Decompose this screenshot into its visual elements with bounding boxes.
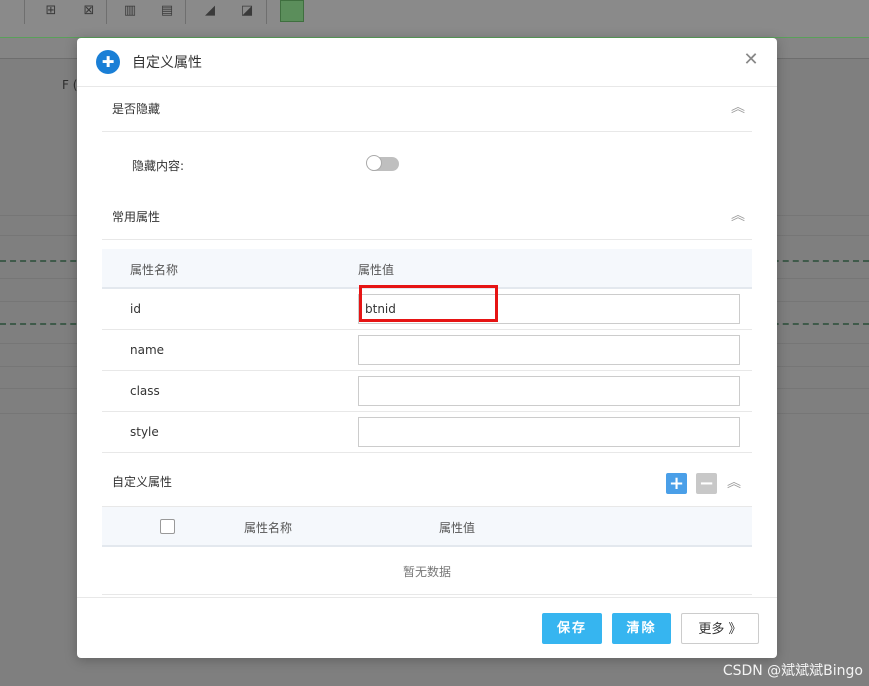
table-row: style bbox=[102, 412, 752, 453]
attribute-value-name-input[interactable] bbox=[358, 335, 740, 365]
toolbar-separator bbox=[185, 0, 186, 24]
table-bottom-border bbox=[102, 594, 752, 595]
toggle-knob bbox=[366, 155, 382, 171]
hide-content-toggle[interactable] bbox=[366, 155, 399, 171]
table-rows-icon[interactable]: ▤ bbox=[158, 3, 176, 19]
section-title-common: 常用属性 bbox=[112, 210, 161, 224]
background-toolbar: ⊞ ⊠ ▥ ▤ ◢ ◪ bbox=[0, 0, 869, 38]
custom-attributes-dialog: ✚ 自定义属性 ✕ 是否隐藏 ︽ 隐藏内容: 常用属性 ︽ 属性名称 属性值 i… bbox=[77, 38, 777, 658]
attribute-name-class: class bbox=[130, 384, 160, 398]
section-header-custom: 自定义属性 + − ︽ bbox=[102, 460, 752, 504]
section-title-hidden: 是否隐藏 bbox=[112, 102, 161, 116]
toolbar-separator bbox=[106, 0, 107, 24]
attribute-value-class-input[interactable] bbox=[358, 376, 740, 406]
table-header: 属性名称 属性值 bbox=[102, 249, 752, 289]
format-painter-icon[interactable]: ◪ bbox=[238, 3, 256, 19]
split-cell-icon[interactable]: ⊞ bbox=[42, 3, 60, 19]
close-icon[interactable]: ✕ bbox=[741, 49, 761, 71]
section-header-common[interactable]: 常用属性 ︽ bbox=[102, 195, 752, 240]
dialog-header: ✚ 自定义属性 ✕ bbox=[77, 38, 777, 87]
table-row: name bbox=[102, 330, 752, 371]
attribute-name-style: style bbox=[130, 425, 159, 439]
column-header-value: 属性值 bbox=[439, 521, 476, 535]
more-button[interactable]: 更多 》 bbox=[681, 613, 759, 644]
chevron-up-icon[interactable]: ︽ bbox=[730, 99, 746, 117]
select-all-checkbox[interactable] bbox=[160, 519, 175, 534]
dialog-footer: 保存 清除 更多 》 bbox=[77, 597, 777, 659]
column-header-name: 属性名称 bbox=[244, 521, 293, 535]
merge-cell-icon[interactable]: ⊠ bbox=[80, 3, 98, 19]
custom-attributes-table: 属性名称 属性值 暂无数据 bbox=[102, 506, 752, 596]
app-logo-icon: ✚ bbox=[96, 50, 120, 74]
sheet-icon[interactable] bbox=[280, 0, 304, 22]
save-button[interactable]: 保存 bbox=[542, 613, 602, 644]
toolbar-separator bbox=[266, 0, 267, 24]
eraser-icon[interactable]: ◢ bbox=[201, 3, 219, 19]
section-header-hidden[interactable]: 是否隐藏 ︽ bbox=[102, 87, 752, 132]
section-title-custom: 自定义属性 bbox=[112, 475, 173, 489]
annotation-highlight-box bbox=[359, 285, 498, 322]
attribute-name-name: name bbox=[130, 343, 165, 357]
clear-button[interactable]: 清除 bbox=[612, 613, 671, 644]
remove-attribute-button[interactable]: − bbox=[696, 473, 717, 494]
table-header: 属性名称 属性值 bbox=[102, 506, 752, 547]
table-columns-icon[interactable]: ▥ bbox=[121, 3, 139, 19]
dialog-body: 是否隐藏 ︽ 隐藏内容: 常用属性 ︽ 属性名称 属性值 id name bbox=[77, 87, 777, 597]
toolbar-separator bbox=[24, 0, 25, 24]
watermark: CSDN @斌斌斌Bingo bbox=[722, 663, 863, 679]
common-attributes-table: 属性名称 属性值 id name class style bbox=[102, 249, 752, 453]
add-attribute-button[interactable]: + bbox=[666, 473, 687, 494]
attribute-name-id: id bbox=[130, 302, 141, 316]
column-header-value: 属性值 bbox=[358, 263, 395, 277]
hide-content-label: 隐藏内容: bbox=[132, 159, 185, 173]
table-row: id bbox=[102, 285, 752, 330]
empty-state-text: 暂无数据 bbox=[402, 565, 451, 579]
column-header-label: F ( bbox=[62, 78, 78, 92]
chevron-up-icon[interactable]: ︽ bbox=[726, 474, 742, 492]
attribute-value-style-input[interactable] bbox=[358, 417, 740, 447]
column-header-name: 属性名称 bbox=[130, 263, 179, 277]
chevron-up-icon[interactable]: ︽ bbox=[730, 207, 746, 225]
table-row: class bbox=[102, 371, 752, 412]
dialog-title: 自定义属性 bbox=[132, 55, 202, 71]
